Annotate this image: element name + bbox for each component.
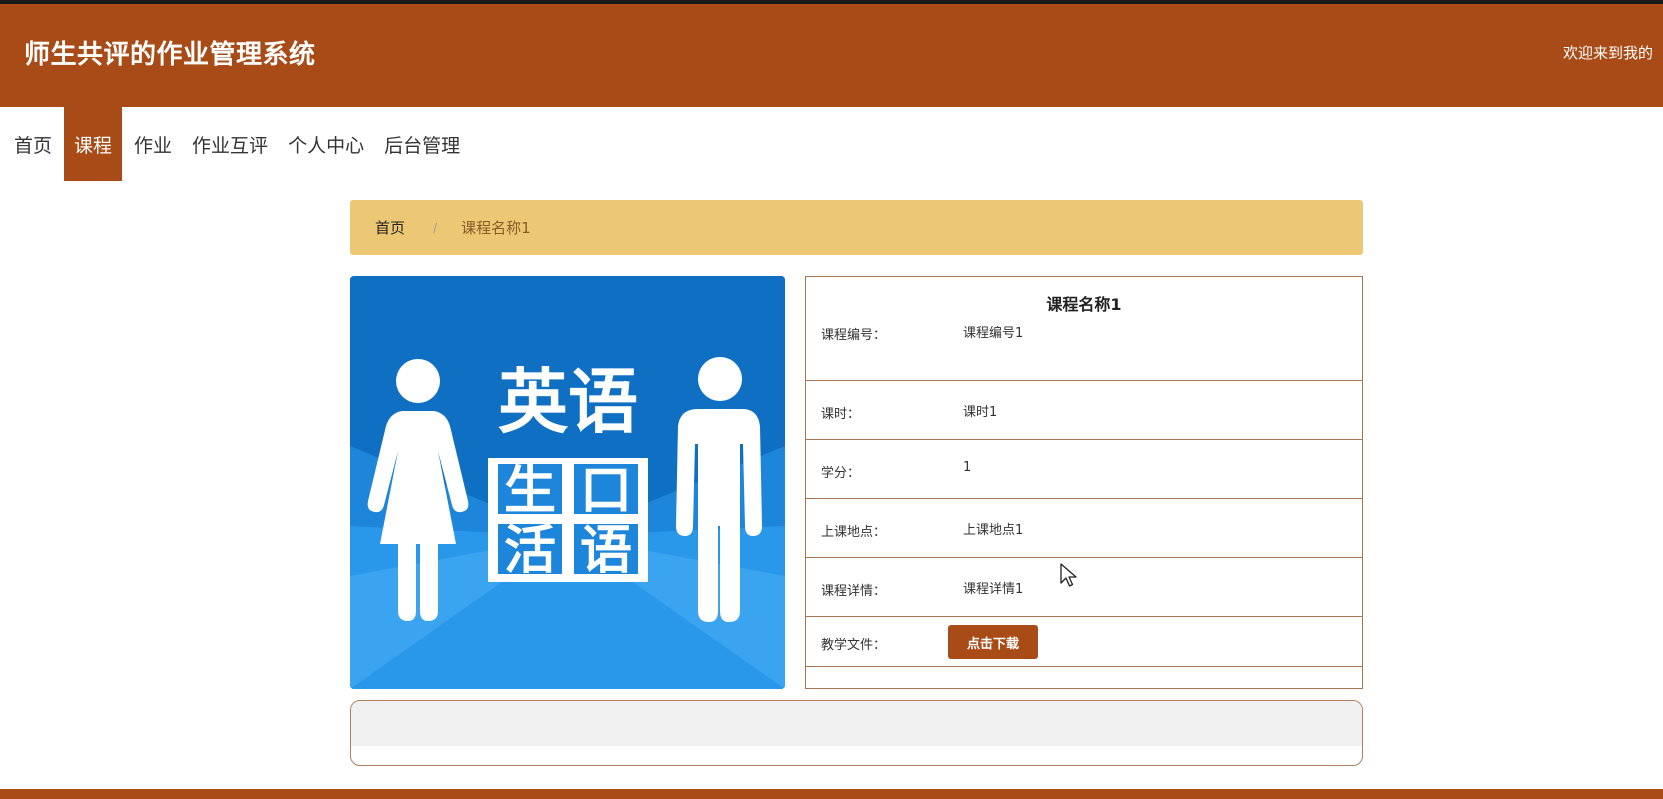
row-value: 课程详情1: [963, 582, 1024, 597]
breadcrumb-separator: /: [433, 220, 438, 235]
nav-item-home[interactable]: 首页: [4, 107, 62, 181]
main-nav: 首页 课程 作业 作业互评 个人中心 后台管理: [0, 107, 470, 181]
row-label: 课程编号：: [821, 328, 887, 343]
row-value: 课程编号1: [963, 326, 1024, 341]
nav-item-personal-center[interactable]: 个人中心: [278, 107, 374, 181]
svg-text:生: 生: [504, 461, 556, 521]
detail-row-details: 课程详情： 课程详情1: [806, 558, 1362, 617]
course-detail-panel: 课程名称1 课程编号： 课程编号1 课时： 课时1 学分： 1 上课地点： 上课…: [805, 276, 1363, 689]
mouse-cursor-icon: [1060, 563, 1077, 587]
row-value: 上课地点1: [963, 523, 1024, 538]
row-label: 课程详情：: [821, 584, 887, 599]
download-button[interactable]: 点击下载: [948, 625, 1038, 659]
detail-row-teaching-file: 教学文件： 点击下载: [806, 617, 1362, 667]
nav-item-admin[interactable]: 后台管理: [374, 107, 470, 181]
breadcrumb-current: 课程名称1: [461, 219, 531, 237]
breadcrumb: 首页 / 课程名称1: [350, 200, 1363, 255]
row-value: 课时1: [963, 405, 998, 420]
nav-item-course[interactable]: 课程: [64, 107, 123, 181]
site-header: 师生共评的作业管理系统 欢迎来到我的: [0, 4, 1663, 107]
footer-bar: [0, 789, 1663, 799]
nav-item-peer-review[interactable]: 作业互评: [182, 107, 278, 181]
course-title: 课程名称1: [1046, 295, 1122, 314]
detail-row-credits: 学分： 1: [806, 440, 1362, 499]
site-title: 师生共评的作业管理系统: [24, 40, 316, 70]
detail-row-location: 上课地点： 上课地点1: [806, 499, 1362, 558]
detail-row-course-code: 课程编号： 课程编号1: [806, 320, 1362, 381]
row-value: 1: [963, 460, 972, 475]
row-label: 教学文件：: [821, 638, 887, 653]
image-title-text: 英语: [498, 361, 638, 443]
course-cover-image: 英语 生 口 活 语: [350, 276, 785, 689]
svg-text:口: 口: [580, 461, 632, 521]
breadcrumb-home-link[interactable]: 首页: [375, 217, 405, 238]
svg-text:活: 活: [504, 521, 556, 581]
bottom-panel-header: [351, 701, 1362, 746]
bottom-panel: [350, 700, 1363, 766]
welcome-text: 欢迎来到我的: [1563, 44, 1654, 62]
row-label: 课时：: [821, 407, 861, 422]
detail-row-hours: 课时： 课时1: [806, 381, 1362, 440]
row-label: 上课地点：: [821, 525, 887, 540]
nav-item-homework[interactable]: 作业: [124, 107, 182, 181]
svg-text:语: 语: [580, 521, 632, 581]
row-label: 学分：: [821, 466, 861, 481]
